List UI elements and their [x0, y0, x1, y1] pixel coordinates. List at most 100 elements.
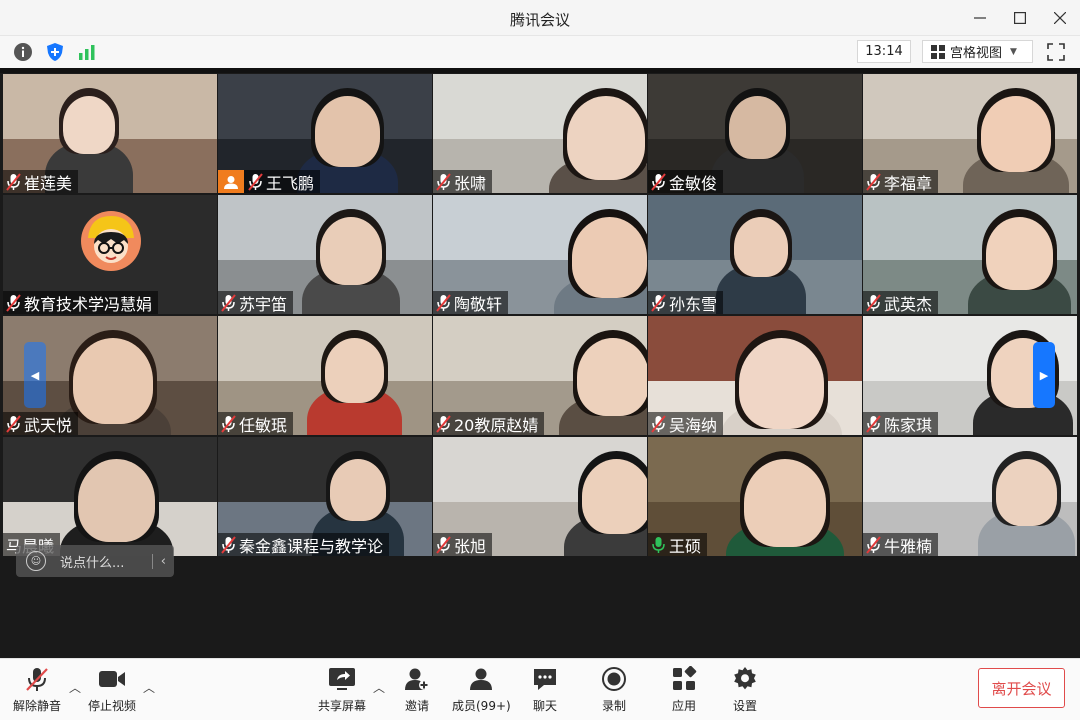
maximize-icon: [1014, 12, 1026, 24]
chat-button[interactable]: 聊天: [531, 665, 559, 714]
audio-options-chevron-icon[interactable]: ︿: [69, 679, 81, 696]
participant-video-tile[interactable]: 秦金鑫课程与教学论: [218, 437, 432, 556]
collapse-chat-icon[interactable]: ‹: [151, 553, 174, 569]
microphone-muted-icon: [221, 414, 236, 433]
settings-button[interactable]: 设置: [731, 665, 759, 714]
chevron-right-icon: ▶: [1039, 368, 1049, 382]
participant-name: 金敏俊: [669, 173, 718, 193]
fullscreen-button[interactable]: [1045, 41, 1067, 63]
participant-name: 孙东雪: [669, 294, 718, 314]
participant-name: 李福章: [884, 173, 933, 193]
participant-video-tile[interactable]: 王硕: [648, 437, 862, 556]
next-page-button[interactable]: ▶: [1033, 342, 1055, 408]
quick-chat-input[interactable]: ☺ 说点什么... ‹: [16, 545, 174, 577]
microphone-muted-icon: [6, 293, 21, 312]
video-grid-top-border: [0, 68, 1080, 73]
participant-name: 苏宇笛: [239, 294, 288, 314]
view-mode-dropdown[interactable]: 宫格视图 ▼: [922, 40, 1033, 63]
participant-video-tile[interactable]: 陶敬轩: [433, 195, 647, 314]
participant-video-tile[interactable]: 李福章: [863, 74, 1077, 193]
participant-video-tile[interactable]: 牛雅楠: [863, 437, 1077, 556]
participant-video-tile[interactable]: 武英杰: [863, 195, 1077, 314]
participant-name: 吴海纳: [669, 415, 718, 435]
participant-video-tile[interactable]: 崔莲美: [3, 74, 217, 193]
avatar-cartoon-icon: [81, 211, 141, 271]
stop-video-button[interactable]: 停止视频: [88, 665, 136, 714]
participant-name-bar: 吴海纳: [648, 412, 724, 435]
participant-name: 张啸: [454, 173, 487, 193]
view-mode-label: 宫格视图: [950, 46, 1003, 61]
microphone-muted-icon: [866, 172, 881, 191]
leave-meeting-button[interactable]: 离开会议: [978, 668, 1065, 708]
participant-video-tile[interactable]: 张啸: [433, 74, 647, 193]
participant-name-bar: 20教原赵婧: [433, 412, 545, 435]
microphone-muted-icon: [866, 293, 881, 312]
add-person-icon: [403, 665, 431, 693]
settings-label: 设置: [732, 699, 757, 713]
info-icon[interactable]: [12, 41, 34, 63]
microphone-muted-icon: [6, 414, 21, 433]
participant-name: 教育技术学冯慧娟: [24, 294, 153, 314]
apps-icon: [670, 665, 698, 693]
participant-video-tile[interactable]: 20教原赵婧: [433, 316, 647, 435]
participant-video-tile[interactable]: 任敏珉: [218, 316, 432, 435]
invite-button[interactable]: 邀请: [403, 665, 431, 714]
participant-video-tile[interactable]: 吴海纳: [648, 316, 862, 435]
minimize-button[interactable]: [960, 0, 1000, 36]
participant-name-bar: 崔莲美: [3, 170, 79, 193]
members-button[interactable]: 成员(99+): [452, 665, 511, 714]
share-options-chevron-icon[interactable]: ︿: [373, 679, 385, 696]
participant-video-tile[interactable]: 马晨曦: [3, 437, 217, 556]
participant-name-bar: 孙东雪: [648, 291, 724, 314]
participant-name-bar: 陶敬轩: [433, 291, 509, 314]
microphone-muted-icon: [651, 414, 666, 433]
emoji-icon[interactable]: ☺: [26, 551, 46, 571]
microphone-muted-icon: [248, 172, 263, 191]
microphone-muted-icon: [436, 535, 451, 554]
participant-name-bar: 武英杰: [863, 291, 939, 314]
microphone-muted-icon: [221, 535, 236, 554]
participant-name: 武天悦: [24, 415, 73, 435]
meeting-info-bar: 13:14 宫格视图 ▼: [0, 36, 1080, 68]
participant-name: 秦金鑫课程与教学论: [239, 536, 384, 556]
members-label: 成员(99+): [452, 699, 511, 713]
maximize-button[interactable]: [1000, 0, 1040, 36]
record-button[interactable]: 录制: [600, 665, 628, 714]
microphone-muted-icon: [436, 293, 451, 312]
participant-name: 陶敬轩: [454, 294, 503, 314]
participant-name-bar: 牛雅楠: [863, 533, 939, 556]
participant-name-bar: 陈家琪: [863, 412, 939, 435]
participant-video-tile[interactable]: 教育技术学冯慧娟: [3, 195, 217, 314]
network-signal-icon[interactable]: [76, 41, 98, 63]
video-options-chevron-icon[interactable]: ︿: [143, 679, 155, 696]
mute-button[interactable]: 解除静音: [13, 665, 61, 714]
participant-video-tile[interactable]: 苏宇笛: [218, 195, 432, 314]
participant-name-bar: 任敏珉: [218, 412, 294, 435]
participant-name: 崔莲美: [24, 173, 73, 193]
microphone-muted-icon: [866, 535, 881, 554]
microphone-muted-icon: [221, 293, 236, 312]
participant-name-bar: 张旭: [433, 533, 493, 556]
microphone-muted-icon: [651, 293, 666, 312]
user-icon: [218, 170, 244, 193]
participant-video-tile[interactable]: 金敏俊: [648, 74, 862, 193]
participant-name: 牛雅楠: [884, 536, 933, 556]
close-icon: [1054, 12, 1066, 24]
participant-name: 武英杰: [884, 294, 933, 314]
participant-name: 王飞鹏: [266, 173, 315, 193]
invite-label: 邀请: [404, 699, 429, 713]
participant-video-tile[interactable]: 张旭: [433, 437, 647, 556]
share-screen-button[interactable]: 共享屏幕: [318, 665, 366, 714]
participant-video-tile[interactable]: 王飞鹏: [218, 74, 432, 193]
microphone-muted-icon: [651, 172, 666, 191]
participant-name-bar: 金敏俊: [648, 170, 724, 193]
participant-video-tile[interactable]: 孙东雪: [648, 195, 862, 314]
title-bar: 腾讯会议: [0, 0, 1080, 36]
microphone-muted-icon: [6, 172, 21, 191]
microphone-active-icon: [652, 536, 665, 553]
security-shield-icon[interactable]: [44, 41, 66, 63]
close-button[interactable]: [1040, 0, 1080, 36]
apps-label: 应用: [671, 699, 696, 713]
apps-button[interactable]: 应用: [670, 665, 698, 714]
prev-page-button[interactable]: ◀: [24, 342, 46, 408]
